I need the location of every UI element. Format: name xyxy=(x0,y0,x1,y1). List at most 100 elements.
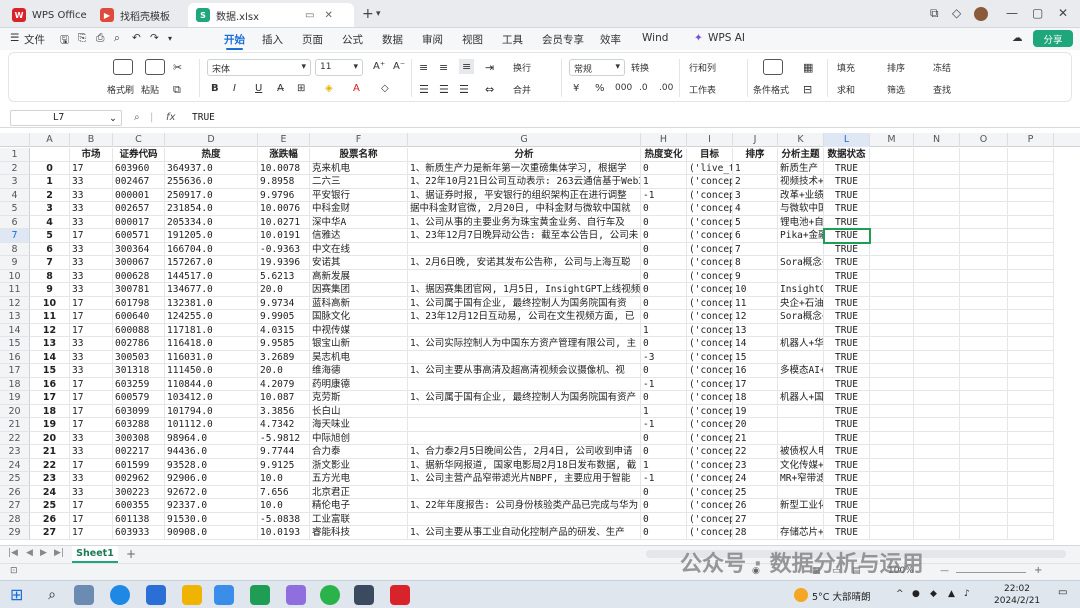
wrap-button[interactable]: 换行 xyxy=(513,61,531,74)
table-cell[interactable] xyxy=(1008,485,1054,499)
table-cell[interactable]: 18 xyxy=(30,404,70,418)
paste-label[interactable]: 粘贴 xyxy=(141,83,159,96)
table-cell[interactable]: 0 xyxy=(641,269,687,283)
table-cell[interactable]: 0 xyxy=(641,526,687,540)
macro-icon[interactable]: ⊡ xyxy=(10,566,18,576)
table-cell[interactable] xyxy=(1008,175,1054,189)
table-cell[interactable] xyxy=(870,337,914,351)
table-cell[interactable]: ('concept xyxy=(687,175,733,189)
menu-tab-home[interactable]: 开始 xyxy=(224,32,245,50)
italic-icon[interactable]: I xyxy=(233,83,236,94)
row-header[interactable]: 15 xyxy=(0,337,30,351)
table-cell[interactable]: 0 xyxy=(641,256,687,270)
table-cell[interactable]: 长白山 xyxy=(310,404,408,418)
table-header-cell[interactable]: 涨跌幅 xyxy=(258,148,310,162)
menu-tab-data[interactable]: 数据 xyxy=(382,32,403,47)
table-cell[interactable] xyxy=(960,445,1008,459)
cube-icon[interactable]: ◇ xyxy=(952,6,961,20)
table-cell[interactable] xyxy=(870,377,914,391)
table-cell[interactable]: TRUE xyxy=(824,485,870,499)
table-cell[interactable] xyxy=(408,512,641,526)
table-cell[interactable]: 10.0271 xyxy=(258,215,310,229)
table-cell[interactable]: 9.9905 xyxy=(258,310,310,324)
table-cell[interactable] xyxy=(870,431,914,445)
table-cell[interactable]: TRUE xyxy=(824,418,870,432)
table-cell[interactable]: 1、公司主营产品窄带滤光片NBPF, 主要应用于智能 xyxy=(408,472,641,486)
table-cell[interactable]: 1 xyxy=(641,323,687,337)
row-header[interactable]: 27 xyxy=(0,499,30,513)
table-cell[interactable] xyxy=(1008,418,1054,432)
table-cell[interactable]: 002217 xyxy=(113,445,165,459)
maximize-icon[interactable]: ▢ xyxy=(1032,6,1043,20)
notification-icon[interactable]: ▭ xyxy=(1058,587,1067,598)
table-cell[interactable] xyxy=(960,175,1008,189)
number-format-select[interactable]: 常规 ▾ xyxy=(569,59,625,76)
zoom-in-icon[interactable]: + xyxy=(1034,565,1042,576)
next-sheet-icon[interactable]: ▶ xyxy=(40,548,47,558)
tab-wps-office[interactable]: W WPS Office xyxy=(4,3,95,27)
table-cell[interactable] xyxy=(960,256,1008,270)
table-cell[interactable] xyxy=(778,418,824,432)
menu-file[interactable]: 文件 xyxy=(24,32,45,47)
save-icon[interactable]: 🖫 xyxy=(60,32,69,50)
table-cell[interactable]: ('concept xyxy=(687,458,733,472)
table-header-cell[interactable]: 证券代码 xyxy=(113,148,165,162)
table-cell[interactable]: TRUE xyxy=(824,242,870,256)
table-cell[interactable] xyxy=(408,323,641,337)
table-cell[interactable]: 药明康德 xyxy=(310,377,408,391)
table-cell[interactable]: 000001 xyxy=(113,188,165,202)
table-cell[interactable] xyxy=(960,283,1008,297)
table-cell[interactable]: 0 xyxy=(641,485,687,499)
table-cell[interactable]: ('concept xyxy=(687,364,733,378)
table-header-cell[interactable]: 股票名称 xyxy=(310,148,408,162)
chevron-down-icon[interactable]: ▾ xyxy=(376,9,381,19)
undo-icon[interactable]: ↶ xyxy=(132,32,141,44)
table-cell[interactable]: 蓝科高新 xyxy=(310,296,408,310)
table-cell[interactable] xyxy=(870,175,914,189)
table-cell[interactable]: 26 xyxy=(30,512,70,526)
table-cell[interactable]: 工业富联 xyxy=(310,512,408,526)
table-cell[interactable] xyxy=(914,512,960,526)
table-cell[interactable] xyxy=(1008,215,1054,229)
table-cell[interactable]: ('concept xyxy=(687,229,733,243)
row-header[interactable]: 1 xyxy=(0,148,30,162)
table-cell[interactable] xyxy=(914,175,960,189)
table-cell[interactable]: 1、公司主要从事工业自动化控制产品的研发、生产 xyxy=(408,526,641,540)
table-cell[interactable]: 0 xyxy=(641,364,687,378)
column-header-f[interactable]: F xyxy=(310,133,408,147)
redo-icon[interactable]: ↷ xyxy=(150,32,159,44)
table-cell[interactable]: MR+窄带滤 xyxy=(778,472,824,486)
table-cell[interactable]: 10.0 xyxy=(258,499,310,513)
table-cell[interactable]: 17 xyxy=(70,418,113,432)
table-cell[interactable] xyxy=(1008,391,1054,405)
table-cell[interactable]: 19 xyxy=(30,418,70,432)
table-cell[interactable] xyxy=(914,256,960,270)
table-header-cell[interactable]: 分析主题 xyxy=(778,148,824,162)
font-shrink-icon[interactable]: A⁻ xyxy=(393,61,405,72)
table-cell[interactable] xyxy=(778,350,824,364)
table-cell[interactable]: TRUE xyxy=(824,188,870,202)
table-cell[interactable] xyxy=(914,296,960,310)
table-cell[interactable]: 新型工业化 xyxy=(778,499,824,513)
table-cell[interactable]: 93528.0 xyxy=(165,458,258,472)
table-cell[interactable]: -1 xyxy=(641,377,687,391)
menu-tab-formula[interactable]: 公式 xyxy=(342,32,363,47)
row-header[interactable]: 16 xyxy=(0,350,30,364)
table-cell[interactable]: 15 xyxy=(30,364,70,378)
minimize-icon[interactable]: — xyxy=(1006,6,1018,20)
table-cell[interactable]: 1 xyxy=(641,404,687,418)
table-cell[interactable]: 锂电池+自 xyxy=(778,215,824,229)
table-cell[interactable]: 98964.0 xyxy=(165,431,258,445)
table-cell[interactable]: 4.2079 xyxy=(258,377,310,391)
table-cell[interactable]: TRUE xyxy=(824,458,870,472)
table-cell[interactable]: 5 xyxy=(30,229,70,243)
wps-taskbar-icon[interactable] xyxy=(390,585,410,605)
table-cell[interactable]: InsightGP xyxy=(778,283,824,297)
table-cell[interactable] xyxy=(408,350,641,364)
table-cell[interactable] xyxy=(870,458,914,472)
table-cell[interactable] xyxy=(870,391,914,405)
table-cell[interactable] xyxy=(408,485,641,499)
table-cell[interactable]: 1、新质生产力是新年第一次重磅集体学习, 根据学 xyxy=(408,161,641,175)
table-cell[interactable]: ('concept xyxy=(687,404,733,418)
table-cell[interactable]: ('concept xyxy=(687,202,733,216)
